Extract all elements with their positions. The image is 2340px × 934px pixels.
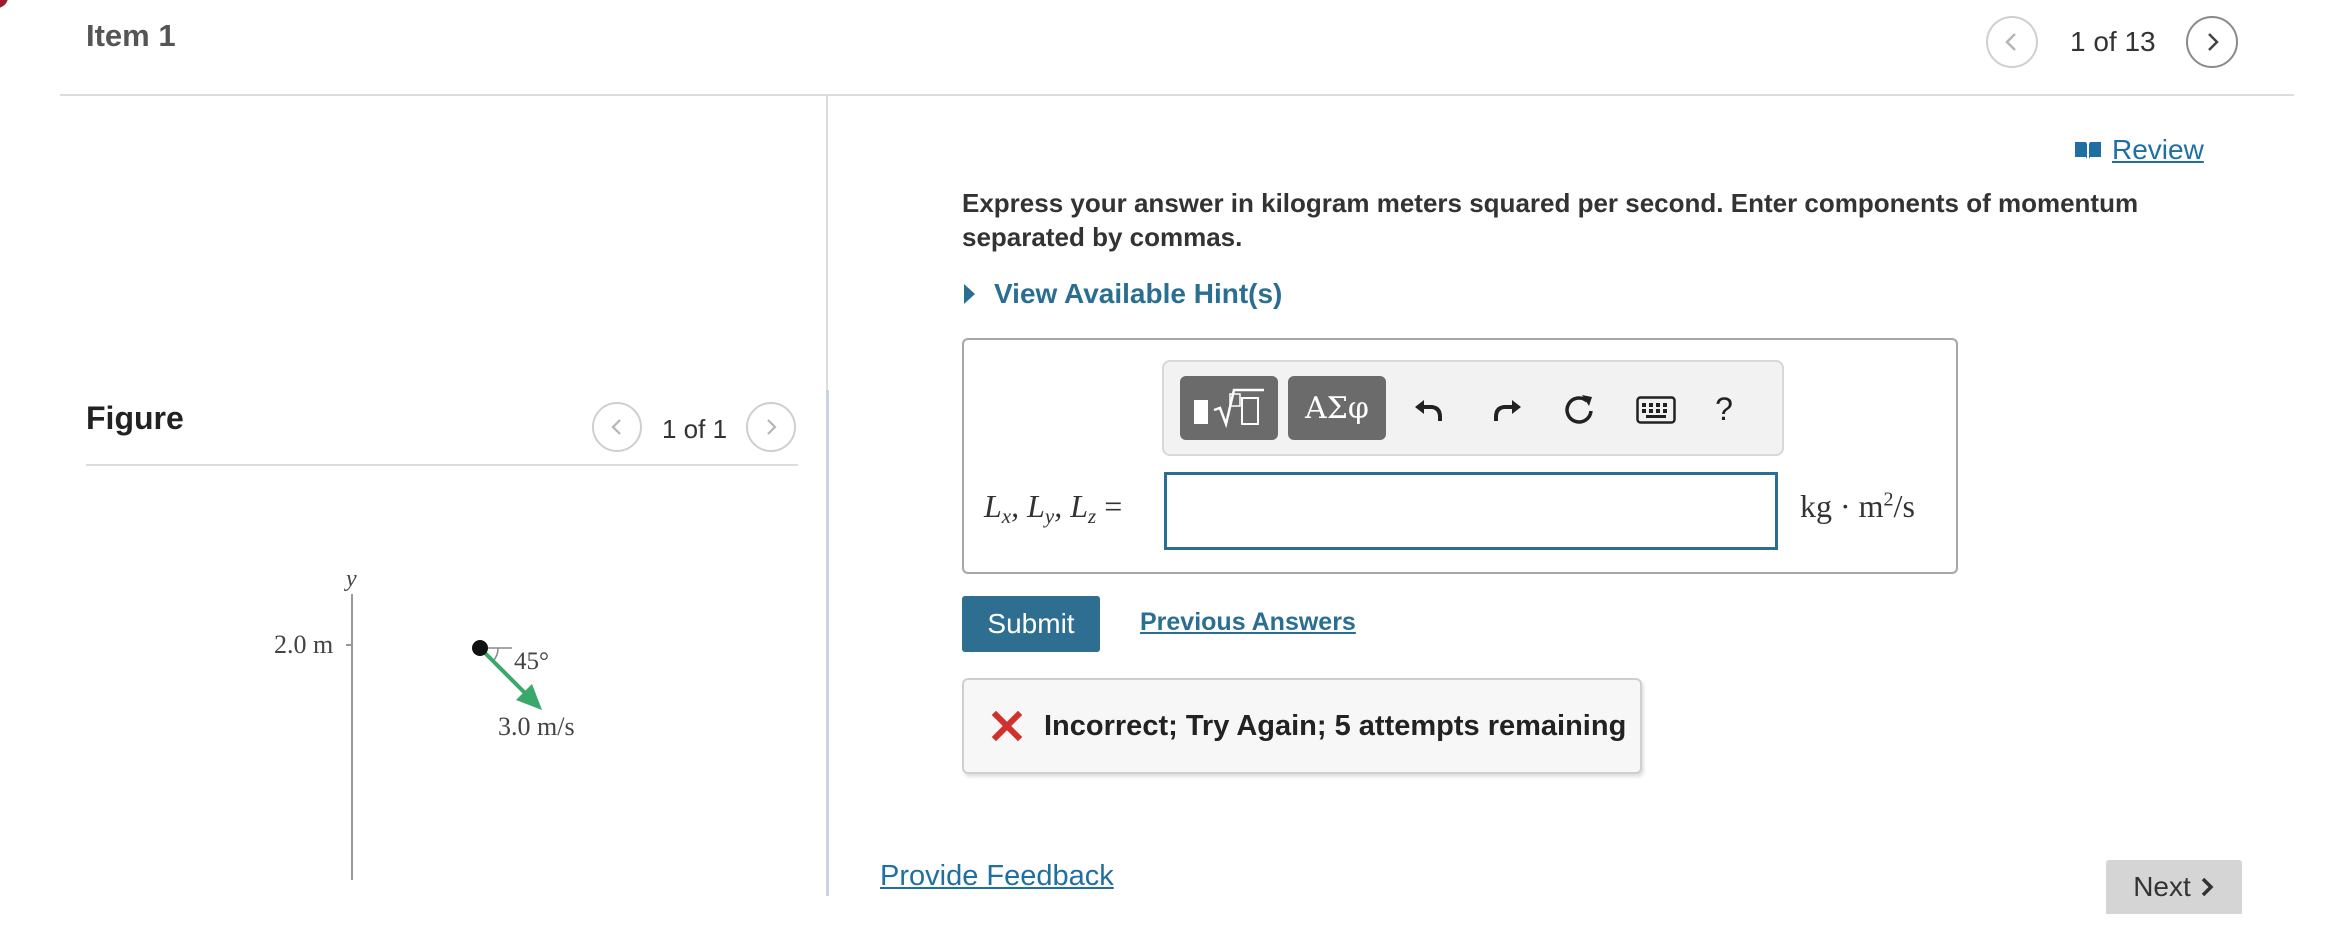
fraction-root-template-icon: [1194, 388, 1264, 429]
next-button-label: Next: [2133, 871, 2191, 902]
submit-button[interactable]: Submit: [962, 596, 1100, 652]
redo-button[interactable]: [1482, 384, 1532, 434]
angle-label: 45°: [514, 648, 549, 675]
previous-answers-link[interactable]: Previous Answers: [1140, 608, 1356, 637]
answer-instructions: Express your answer in kilogram meters s…: [962, 188, 2139, 252]
figure-header-divider: [86, 464, 798, 466]
next-button[interactable]: Next: [2106, 860, 2242, 914]
redo-icon: [1494, 400, 1521, 421]
undo-button[interactable]: [1404, 384, 1454, 434]
keyboard-icon: [1636, 396, 1676, 424]
help-button[interactable]: ?: [1704, 386, 1744, 432]
symbols-button[interactable]: ΑΣφ: [1288, 376, 1386, 440]
chevron-left-icon: [611, 419, 621, 435]
y-axis-label: y: [346, 566, 357, 592]
templates-button[interactable]: [1180, 376, 1278, 440]
feedback-message: Incorrect; Try Again; 5 attempts remaini…: [962, 678, 1642, 774]
book-icon: [2075, 142, 2101, 159]
answer-variable-label: Lx, Ly, Lz =: [984, 488, 1123, 528]
speed-label: 3.0 m/s: [498, 712, 575, 741]
review-label: Review: [2112, 134, 2204, 165]
chevron-right-icon: [2201, 877, 2214, 897]
figure-title: Figure: [86, 400, 184, 436]
reset-button[interactable]: [1554, 384, 1604, 434]
caret-right-icon: [964, 284, 975, 304]
physics-figure: [346, 594, 542, 880]
particle: [472, 640, 488, 656]
figure-pager-text: 1 of 1: [662, 414, 728, 444]
next-figure-button[interactable]: [746, 402, 796, 452]
answer-input[interactable]: [1164, 472, 1778, 550]
error-x-icon: [992, 711, 1022, 741]
chevron-right-icon: [767, 419, 777, 435]
keyboard-button[interactable]: [1628, 388, 1684, 432]
reset-icon: [1565, 395, 1593, 424]
brand-dot: [0, 0, 8, 8]
view-hints-label: View Available Hint(s): [994, 278, 1283, 309]
item-title: Item 1: [86, 18, 176, 53]
feedback-text: Incorrect; Try Again; 5 attempts remaini…: [1044, 709, 1627, 742]
item-pager-text: 1 of 13: [2070, 26, 2156, 57]
view-hints-toggle[interactable]: View Available Hint(s): [962, 278, 1282, 310]
undo-icon: [1415, 400, 1442, 421]
next-item-button[interactable]: [2186, 16, 2238, 68]
previous-item-button[interactable]: [1986, 16, 2038, 68]
chevron-left-icon: [2005, 33, 2016, 51]
header-divider: [60, 94, 2294, 96]
previous-figure-button[interactable]: [592, 402, 642, 452]
height-label: 2.0 m: [274, 630, 334, 659]
panel-scrollbar[interactable]: [826, 390, 829, 896]
provide-feedback-link[interactable]: Provide Feedback: [880, 860, 1114, 893]
chevron-right-icon: [2208, 33, 2219, 51]
review-link[interactable]: Review: [2074, 134, 2204, 166]
answer-units: kg · m2/s: [1800, 488, 1915, 524]
